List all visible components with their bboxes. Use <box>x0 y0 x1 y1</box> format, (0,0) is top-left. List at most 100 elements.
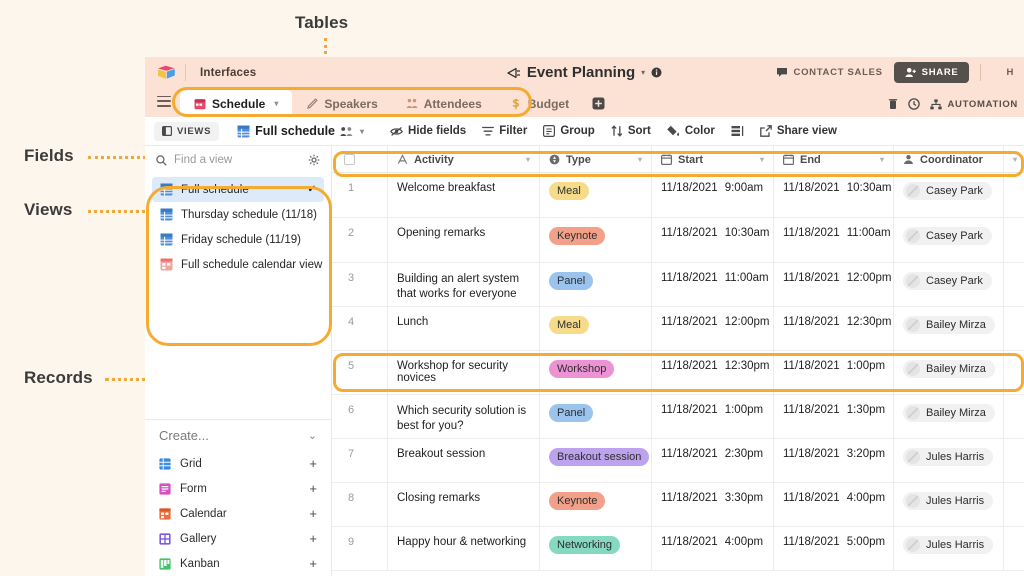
cell-end[interactable]: 11/18/2021 4:00pm <box>774 483 894 526</box>
add-calendar-view-button[interactable]: + <box>309 506 317 521</box>
base-caret-icon[interactable]: ▾ <box>641 68 645 77</box>
column-header-overflow[interactable]: ▾ <box>1004 146 1024 173</box>
cell-end[interactable]: 11/18/2021 1:30pm <box>774 395 894 438</box>
cell-end[interactable]: 11/18/2021 5:00pm <box>774 527 894 570</box>
table-tab-schedule[interactable]: Schedule ▾ <box>180 90 293 117</box>
cell-start[interactable]: 11/18/2021 9:00am <box>652 173 774 217</box>
cell-coordinator[interactable]: Bailey Mirza <box>894 395 1004 438</box>
cell-coordinator[interactable]: Jules Harris <box>894 439 1004 482</box>
cell-activity[interactable]: Which security solution is best for you? <box>388 395 540 438</box>
filter-button[interactable]: Filter <box>474 122 535 140</box>
find-view-row[interactable]: Find a view <box>145 146 331 174</box>
table-tab-budget[interactable]: Budget <box>496 90 583 117</box>
cell-activity[interactable]: Building an alert system that works for … <box>388 263 540 306</box>
cell-end[interactable]: 11/18/2021 3:20pm <box>774 439 894 482</box>
chevron-down-icon[interactable]: ▾ <box>760 155 764 164</box>
add-form-view-button[interactable]: + <box>309 481 317 496</box>
cell-activity[interactable]: Workshop for security novices <box>388 351 540 394</box>
views-toggle-button[interactable]: VIEWS <box>154 121 220 141</box>
add-grid-view-button[interactable]: + <box>309 456 317 471</box>
table-row[interactable]: 2 Opening remarks Keynote 11/18/2021 10:3… <box>332 218 1024 263</box>
table-row[interactable]: 6 Which security solution is best for yo… <box>332 395 1024 439</box>
table-row[interactable]: 3 Building an alert system that works fo… <box>332 263 1024 307</box>
select-all-checkbox[interactable] <box>344 154 355 165</box>
row-height-button[interactable] <box>723 122 752 140</box>
chevron-down-icon[interactable]: ▾ <box>274 99 278 108</box>
table-row[interactable]: 4 Lunch Meal 11/18/2021 12:00pm 11/18/202… <box>332 307 1024 351</box>
cell-start[interactable]: 11/18/2021 3:30pm <box>652 483 774 526</box>
chevron-down-icon[interactable]: ▾ <box>1013 155 1017 164</box>
current-view-button[interactable]: Full schedule ▾ <box>229 121 372 141</box>
cell-start[interactable]: 11/18/2021 1:00pm <box>652 395 774 438</box>
chevron-down-icon[interactable]: ▾ <box>526 155 530 164</box>
contact-sales-button[interactable]: CONTACT SALES <box>776 67 883 78</box>
table-row[interactable]: 1 Welcome breakfast Meal 11/18/2021 9:00a… <box>332 173 1024 218</box>
table-row[interactable]: 5 Workshop for security novices Workshop… <box>332 351 1024 395</box>
view-item-calendar-view[interactable]: Full schedule calendar view <box>152 252 324 277</box>
cell-type[interactable]: Meal <box>540 307 652 350</box>
sidebar-toggle-icon[interactable] <box>157 95 171 110</box>
table-row[interactable]: 8 Closing remarks Keynote 11/18/2021 3:30… <box>332 483 1024 527</box>
cell-type[interactable]: Breakout session <box>540 439 652 482</box>
column-header-end[interactable]: End ▾ <box>774 146 894 173</box>
view-item-full-schedule[interactable]: Full schedule ✔ <box>152 177 324 202</box>
cell-start[interactable]: 11/18/2021 2:30pm <box>652 439 774 482</box>
cell-activity[interactable]: Opening remarks <box>388 218 540 262</box>
add-kanban-view-button[interactable]: + <box>309 556 317 571</box>
table-tab-attendees[interactable]: Attendees <box>392 90 496 117</box>
cell-type[interactable]: Networking <box>540 527 652 570</box>
cell-coordinator[interactable]: Jules Harris <box>894 527 1004 570</box>
share-button[interactable]: SHARE <box>893 62 970 83</box>
cell-activity[interactable]: Breakout session <box>388 439 540 482</box>
create-section-header[interactable]: Create... ⌄ <box>145 420 331 451</box>
cell-type[interactable]: Workshop <box>540 351 652 394</box>
view-item-thursday-schedule[interactable]: Thursday schedule (11/18) <box>152 202 324 227</box>
cell-coordinator[interactable]: Bailey Mirza <box>894 307 1004 350</box>
automation-button[interactable]: AUTOMATION <box>930 99 1018 110</box>
chevron-down-icon[interactable]: ▾ <box>638 155 642 164</box>
history-icon[interactable] <box>908 98 921 110</box>
interfaces-link[interactable]: Interfaces <box>200 67 256 79</box>
column-header-type[interactable]: Type ▾ <box>540 146 652 173</box>
group-button[interactable]: Group <box>535 122 603 140</box>
cell-coordinator[interactable]: Bailey Mirza <box>894 351 1004 394</box>
share-view-button[interactable]: Share view <box>752 122 845 140</box>
sort-button[interactable]: Sort <box>603 122 659 140</box>
cell-type[interactable]: Panel <box>540 395 652 438</box>
table-row[interactable]: 9 Happy hour & networking Networking 11/… <box>332 527 1024 571</box>
cell-type[interactable]: Keynote <box>540 483 652 526</box>
cell-end[interactable]: 11/18/2021 1:00pm <box>774 351 894 394</box>
cell-end[interactable]: 11/18/2021 11:00am <box>774 218 894 262</box>
cell-coordinator[interactable]: Casey Park <box>894 218 1004 262</box>
create-item-calendar[interactable]: Calendar + <box>145 501 331 526</box>
table-tab-speakers[interactable]: Speakers <box>292 90 391 117</box>
info-icon[interactable] <box>651 67 662 78</box>
cell-activity[interactable]: Happy hour & networking <box>388 527 540 570</box>
add-gallery-view-button[interactable]: + <box>309 531 317 546</box>
column-header-activity[interactable]: Activity ▾ <box>388 146 540 173</box>
cell-type[interactable]: Meal <box>540 173 652 217</box>
cell-coordinator[interactable]: Jules Harris <box>894 483 1004 526</box>
cell-start[interactable]: 11/18/2021 10:30am <box>652 218 774 262</box>
column-header-coordinator[interactable]: Coordinator <box>894 146 1004 173</box>
cell-type[interactable]: Panel <box>540 263 652 306</box>
airtable-logo-icon[interactable] <box>157 65 176 81</box>
cell-start[interactable]: 11/18/2021 12:30pm <box>652 351 774 394</box>
hide-fields-button[interactable]: Hide fields <box>382 122 474 140</box>
chevron-down-icon[interactable]: ⌄ <box>308 429 317 442</box>
cell-end[interactable]: 11/18/2021 12:30pm <box>774 307 894 350</box>
cell-start[interactable]: 11/18/2021 11:00am <box>652 263 774 306</box>
cell-type[interactable]: Keynote <box>540 218 652 262</box>
cell-end[interactable]: 11/18/2021 10:30am <box>774 173 894 217</box>
cell-coordinator[interactable]: Casey Park <box>894 263 1004 306</box>
cell-activity[interactable]: Welcome breakfast <box>388 173 540 217</box>
view-caret-icon[interactable]: ▾ <box>360 127 364 136</box>
cell-activity[interactable]: Lunch <box>388 307 540 350</box>
cell-activity[interactable]: Closing remarks <box>388 483 540 526</box>
gear-icon[interactable] <box>308 154 320 166</box>
create-item-grid[interactable]: Grid + <box>145 451 331 476</box>
create-item-kanban[interactable]: Kanban + <box>145 551 331 576</box>
add-table-button[interactable] <box>592 97 605 110</box>
table-row[interactable]: 7 Breakout session Breakout session 11/1… <box>332 439 1024 483</box>
column-header-start[interactable]: Start ▾ <box>652 146 774 173</box>
